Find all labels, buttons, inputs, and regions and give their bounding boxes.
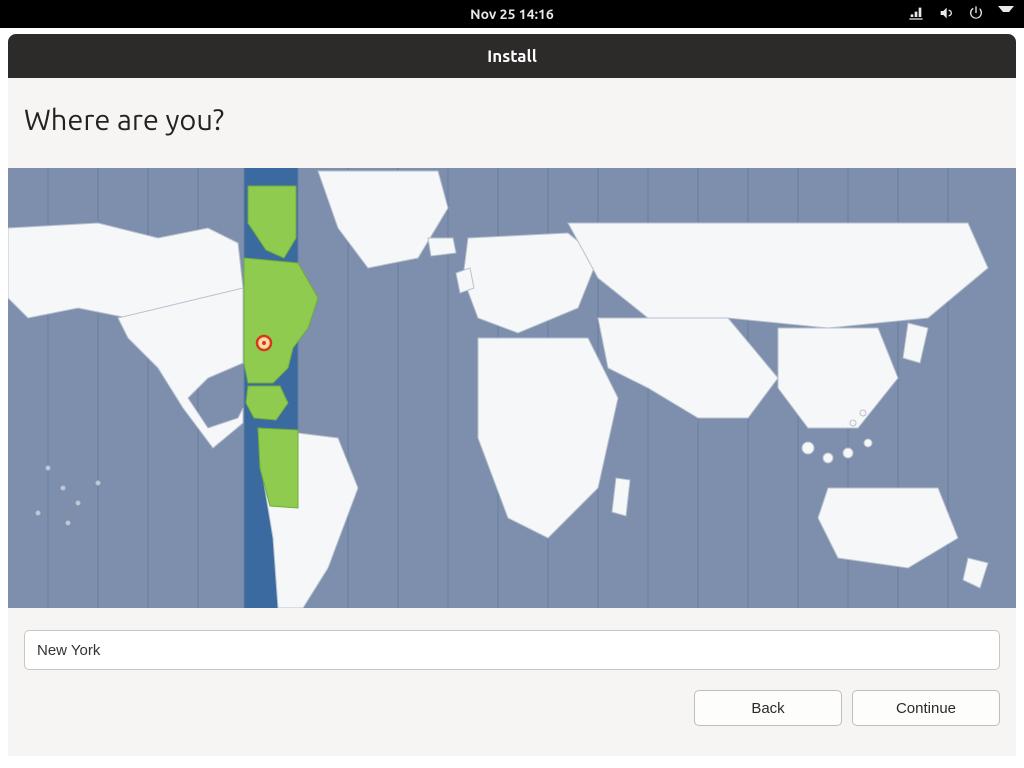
tray-caret-down-icon[interactable] [998,6,1014,22]
network-icon[interactable] [908,5,924,24]
window-title: Install [487,47,537,66]
system-top-bar: Nov 25 14:16 [0,0,1024,28]
window-body: Where are you? [8,78,1016,756]
clock: Nov 25 14:16 [470,6,554,22]
footer-buttons: Back Continue [694,690,1000,726]
location-input[interactable] [24,630,1000,670]
power-icon[interactable] [968,5,984,24]
timezone-map[interactable] [8,168,1016,608]
continue-button[interactable]: Continue [852,690,1000,726]
back-button[interactable]: Back [694,690,842,726]
page-title: Where are you? [24,104,224,136]
volume-icon[interactable] [938,5,954,24]
window-titlebar: Install [8,34,1016,78]
map-pin [257,336,271,350]
world-map-svg [8,168,1016,608]
system-tray [908,0,1014,28]
